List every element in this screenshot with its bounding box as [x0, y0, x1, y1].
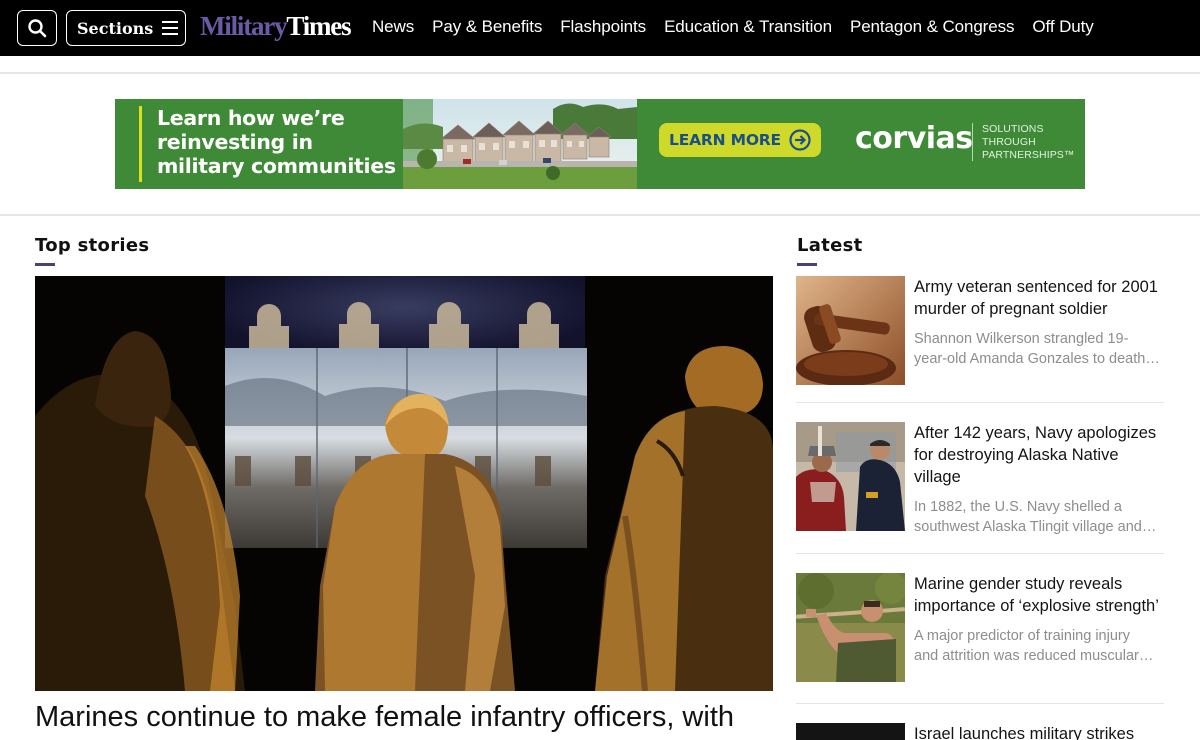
latest-separator — [796, 703, 1164, 704]
nav-link-off-duty[interactable]: Off Duty — [1032, 17, 1093, 37]
ad-tagline-line: THROUGH — [982, 136, 1036, 148]
ceremony-photo-icon — [796, 422, 905, 531]
ad-houses-photo — [403, 99, 637, 189]
hamburger-icon — [162, 21, 179, 35]
sections-label: Sections — [77, 18, 154, 38]
pullup-photo-icon — [796, 573, 905, 682]
latest-item-text: Israel launches military strikes — [914, 723, 1166, 740]
nav-link-news[interactable]: News — [372, 17, 414, 37]
latest-item-summary-line: A major predictor of training injury — [914, 628, 1130, 644]
latest-item-text: Army veteran sentenced for 2001 murder o… — [914, 276, 1166, 369]
search-icon — [28, 19, 47, 38]
search-button[interactable] — [17, 10, 57, 46]
latest-item-summary: In 1882, the U.S. Navy shelled a southwe… — [914, 498, 1166, 537]
latest-item-text: Marine gender study reveals importance o… — [914, 573, 1166, 666]
latest-underline — [797, 263, 817, 266]
ad-banner[interactable]: Learn how we’re reinvesting in military … — [115, 99, 1085, 189]
ad-tagline-line: SOLUTIONS — [982, 123, 1044, 135]
ad-headline: Learn how we’re reinvesting in military … — [157, 106, 417, 178]
latest-item-summary: A major predictor of training injury and… — [914, 627, 1166, 666]
nav-link-education-transition[interactable]: Education & Transition — [664, 17, 832, 37]
dark-photo-icon — [796, 723, 905, 740]
latest-item-summary-line: southwest Alaska Tlingit village and… — [914, 518, 1157, 535]
header-divider — [0, 72, 1200, 74]
gavel-photo-icon — [796, 276, 905, 385]
latest-heading: Latest — [797, 235, 863, 256]
top-stories-heading: Top stories — [35, 235, 150, 256]
sections-menu-button[interactable]: Sections — [66, 10, 186, 46]
lead-story-image[interactable] — [35, 276, 773, 691]
lead-photo — [35, 276, 773, 691]
nav-link-flashpoints[interactable]: Flashpoints — [560, 17, 646, 37]
latest-separator — [796, 402, 1164, 403]
ad-headline-line: military communities — [157, 154, 396, 178]
nav-link-pentagon-congress[interactable]: Pentagon & Congress — [850, 17, 1015, 37]
latest-item[interactable]: Army veteran sentenced for 2001 murder o… — [796, 276, 1164, 385]
latest-item-summary-line: and attrition was reduced muscular… — [914, 647, 1154, 664]
logo-part-military: Military — [200, 11, 288, 41]
latest-item[interactable]: Israel launches military strikes — [796, 723, 1164, 740]
latest-item[interactable]: Marine gender study reveals importance o… — [796, 573, 1164, 682]
latest-item-headline[interactable]: Israel launches military strikes — [914, 723, 1166, 740]
nav-links: News Pay & Benefits Flashpoints Educatio… — [372, 17, 1112, 37]
latest-separator — [796, 553, 1164, 554]
ad-tagline-line: PARTNERSHIPS™ — [982, 149, 1075, 161]
learn-more-label: LEARN MORE — [669, 131, 781, 149]
top-nav: Sections Military Times News Pay & Benefi… — [0, 0, 1200, 56]
latest-item-text: After 142 years, Navy apologizes for des… — [914, 422, 1166, 537]
latest-item-headline[interactable]: After 142 years, Navy apologizes for des… — [914, 422, 1166, 488]
ad-brand-logo: corvias — [855, 121, 973, 156]
latest-item-headline[interactable]: Marine gender study reveals importance o… — [914, 573, 1166, 617]
ad-tagline: SOLUTIONS THROUGH PARTNERSHIPS™ — [982, 123, 1082, 162]
latest-item-summary: Shannon Wilkerson strangled 19- year-old… — [914, 330, 1166, 369]
learn-more-button[interactable]: LEARN MORE — [659, 123, 821, 157]
latest-item-headline[interactable]: Army veteran sentenced for 2001 murder o… — [914, 276, 1166, 320]
nav-link-pay-benefits[interactable]: Pay & Benefits — [432, 17, 542, 37]
latest-item-summary-line: Shannon Wilkerson strangled 19- — [914, 331, 1129, 347]
latest-item[interactable]: After 142 years, Navy apologizes for des… — [796, 422, 1164, 535]
logo-part-times: Times — [286, 11, 351, 41]
ad-headline-line: reinvesting in — [157, 130, 313, 154]
site-logo[interactable]: Military Times — [200, 11, 352, 45]
top-stories-underline — [35, 263, 55, 266]
ad-brand-divider — [972, 123, 973, 161]
latest-item-summary-line: In 1882, the U.S. Navy shelled a — [914, 499, 1122, 515]
ad-divider-line — [0, 214, 1200, 216]
latest-item-summary-line: year-old Amanda Gonzales to death… — [914, 350, 1160, 367]
ad-accent-bar — [139, 106, 142, 182]
lead-story-headline[interactable]: Marines continue to make female infantry… — [35, 699, 775, 735]
ad-headline-line: Learn how we’re — [157, 106, 345, 130]
arrow-circle-icon — [789, 129, 811, 151]
